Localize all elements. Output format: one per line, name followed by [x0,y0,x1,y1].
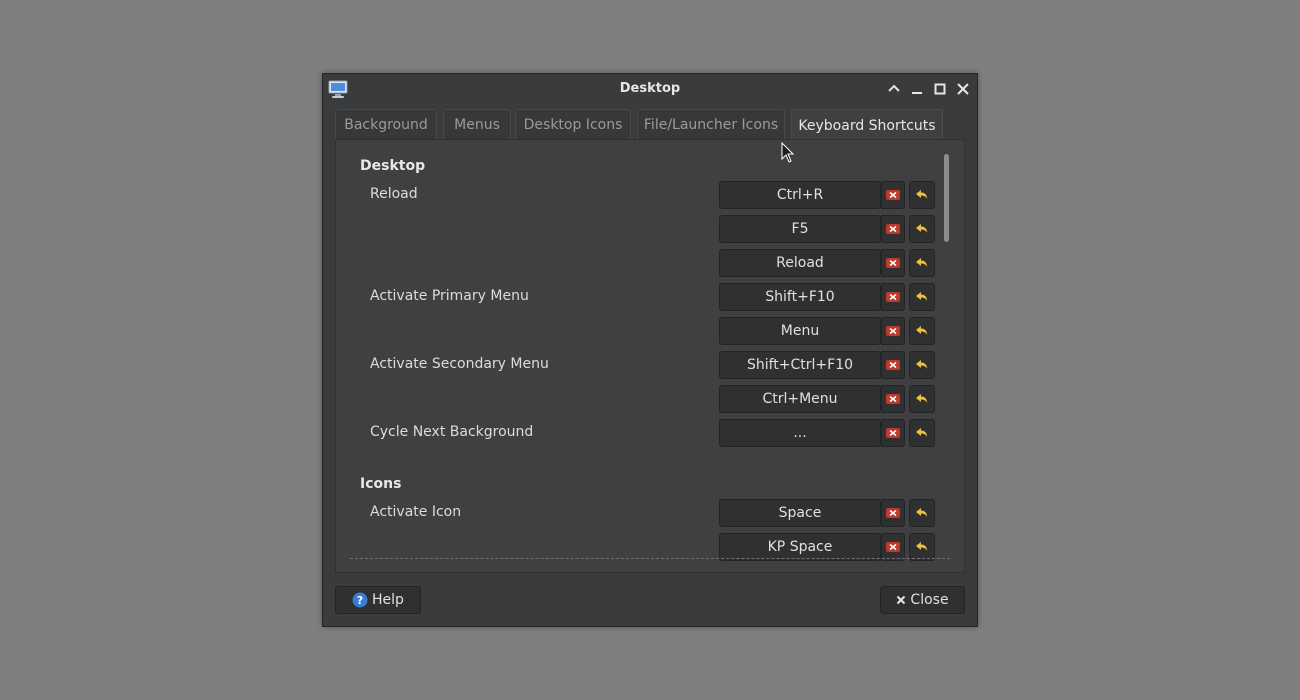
restore-default-button[interactable] [909,181,935,209]
shortcut-key-button[interactable]: Space [719,499,881,527]
minimize-window-icon[interactable] [908,80,926,98]
action-label-activate-secondary-menu: Activate Secondary Menu [370,356,549,372]
shortcut-row: Ctrl+Menu [719,385,935,413]
restore-default-button[interactable] [909,215,935,243]
clear-shortcut-icon [886,508,900,518]
shortcut-key-button[interactable]: Reload [719,249,881,277]
clear-shortcut-button[interactable] [881,249,905,277]
shortcut-key-button[interactable]: Ctrl+Menu [719,385,881,413]
tab-keyboard-shortcuts[interactable]: Keyboard Shortcuts [791,109,943,141]
restore-default-button[interactable] [909,499,935,527]
restore-default-icon [916,542,927,551]
restore-default-icon [916,292,927,301]
tab-file-launcher-icons[interactable]: File/Launcher Icons [637,109,785,139]
restore-default-icon [916,224,927,233]
shortcut-row: Space [719,499,935,527]
shortcut-row: F5 [719,215,935,243]
tab-desktop-icons[interactable]: Desktop Icons [515,109,631,139]
clear-shortcut-icon [886,428,900,438]
close-window-icon[interactable] [954,80,972,98]
clear-shortcut-icon [886,258,900,268]
shortcuts-panel: Desktop Reload Activate Primary Menu Act… [335,139,965,573]
shortcut-key-button[interactable]: Shift+F10 [719,283,881,311]
restore-default-button[interactable] [909,351,935,379]
shortcut-key-button[interactable]: Menu [719,317,881,345]
help-button[interactable]: ? Help [335,586,421,614]
clear-shortcut-button[interactable] [881,351,905,379]
mouse-pointer-icon [781,142,795,163]
clear-shortcut-icon [886,542,900,552]
clear-shortcut-icon [886,292,900,302]
titlebar[interactable]: Desktop [323,74,977,104]
clear-shortcut-icon [886,224,900,234]
shortcut-key-button[interactable]: Ctrl+R [719,181,881,209]
shortcut-row: Shift+F10 [719,283,935,311]
action-label-reload: Reload [370,186,418,202]
restore-default-icon [916,360,927,369]
shade-window-icon[interactable] [885,80,903,98]
shortcut-row: Reload [719,249,935,277]
tab-menus[interactable]: Menus [443,109,511,139]
shortcut-row: Shift+Ctrl+F10 [719,351,935,379]
clear-shortcut-button[interactable] [881,283,905,311]
desktop-settings-window: Desktop Background Menus Desktop Icons F… [322,73,978,627]
maximize-window-icon[interactable] [931,80,949,98]
clear-shortcut-button[interactable] [881,499,905,527]
clear-shortcut-button[interactable] [881,317,905,345]
restore-default-button[interactable] [909,317,935,345]
shortcut-key-button[interactable]: F5 [719,215,881,243]
restore-default-icon [916,394,927,403]
window-title: Desktop [619,81,681,96]
shortcut-row: Menu [719,317,935,345]
clear-shortcut-button[interactable] [881,385,905,413]
restore-default-icon [916,326,927,335]
restore-default-icon [916,508,927,517]
restore-default-icon [916,190,927,199]
close-button-label: Close [910,592,949,608]
restore-default-button[interactable] [909,533,935,561]
shortcut-row: Ctrl+R [719,181,935,209]
clear-shortcut-icon [886,190,900,200]
clear-shortcut-icon [886,394,900,404]
close-x-icon [897,595,906,605]
shortcut-key-button[interactable]: ... [719,419,881,447]
close-button[interactable]: Close [880,586,965,614]
tab-background[interactable]: Background [335,109,437,139]
shortcut-row: ... [719,419,935,447]
action-label-activate-primary-menu: Activate Primary Menu [370,288,529,304]
scrollbar-thumb[interactable] [944,154,949,242]
section-title-icons: Icons [360,476,402,492]
section-title-desktop: Desktop [360,158,426,174]
clear-shortcut-button[interactable] [881,533,905,561]
svg-text:?: ? [357,594,363,607]
restore-default-icon [916,258,927,267]
scroll-edge-indicator [350,558,950,559]
clear-shortcut-icon [886,360,900,370]
shortcut-key-button[interactable]: Shift+Ctrl+F10 [719,351,881,379]
action-label-activate-icon: Activate Icon [370,504,462,520]
restore-default-button[interactable] [909,385,935,413]
help-button-label: Help [372,592,404,608]
clear-shortcut-button[interactable] [881,419,905,447]
vertical-scrollbar[interactable] [943,152,951,552]
shortcut-key-button[interactable]: KP Space [719,533,881,561]
restore-default-button[interactable] [909,249,935,277]
clear-shortcut-button[interactable] [881,215,905,243]
restore-default-icon [916,428,927,437]
shortcut-row: KP Space [719,533,935,561]
action-label-cycle-next-background: Cycle Next Background [370,424,534,440]
restore-default-button[interactable] [909,419,935,447]
clear-shortcut-icon [886,326,900,336]
help-icon: ? [352,592,368,608]
clear-shortcut-button[interactable] [881,181,905,209]
restore-default-button[interactable] [909,283,935,311]
